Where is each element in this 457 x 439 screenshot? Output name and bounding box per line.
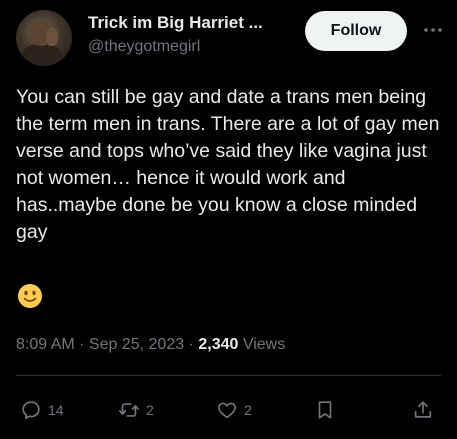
tweet-meta: 8:09 AM · Sep 25, 2023 · 2,340 Views (16, 334, 285, 356)
like-count: 2 (244, 402, 252, 418)
tweet-text: You can still be gay and date a trans me… (16, 86, 445, 243)
bookmark-icon (318, 401, 332, 419)
heart-icon (218, 402, 236, 419)
repost-icon (119, 403, 139, 417)
tweet-time[interactable]: 8:09 AM (16, 336, 75, 353)
meta-separator: · (74, 336, 89, 353)
avatar[interactable] (16, 10, 72, 66)
reply-count: 14 (48, 402, 64, 418)
more-dots-icon (424, 28, 442, 32)
author-names: Trick im Big Harriet ... @theygotmegirl (88, 12, 308, 58)
more-options-button[interactable] (421, 20, 445, 40)
follow-button[interactable]: Follow (305, 11, 407, 51)
meta-separator: · (184, 336, 199, 353)
slightly-smiling-face-emoji (18, 284, 42, 308)
views-label[interactable]: Views (238, 336, 285, 353)
views-count[interactable]: 2,340 (198, 336, 238, 353)
divider (16, 375, 441, 376)
share-icon (414, 401, 432, 418)
avatar-figure-body (22, 44, 62, 66)
like-button[interactable]: 2 (216, 394, 252, 426)
reply-button[interactable]: 14 (20, 394, 64, 426)
author-handle[interactable]: @theygotmegirl (88, 36, 308, 58)
bookmark-button[interactable] (314, 394, 336, 426)
repost-count: 2 (146, 402, 154, 418)
tweet-header: Trick im Big Harriet ... @theygotmegirl … (16, 10, 442, 66)
author-display-name[interactable]: Trick im Big Harriet ... (88, 12, 308, 34)
reply-icon (22, 401, 40, 420)
tweet-date[interactable]: Sep 25, 2023 (89, 336, 184, 353)
avatar-figure-hand (46, 28, 58, 46)
repost-button[interactable]: 2 (118, 394, 154, 426)
share-button[interactable] (412, 394, 434, 426)
action-bar: 14 2 2 (16, 394, 441, 426)
